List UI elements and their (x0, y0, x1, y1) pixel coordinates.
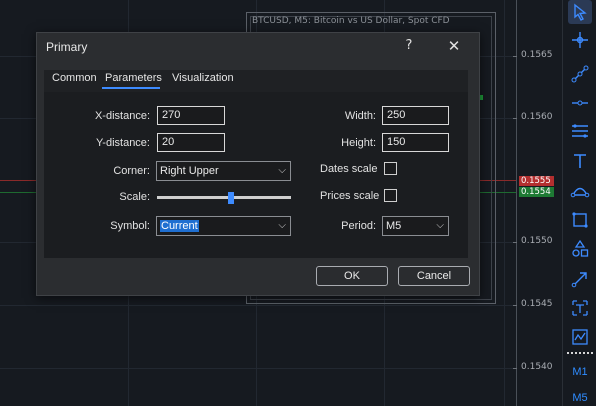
arrow-icon[interactable] (568, 267, 592, 291)
x-distance-label: X-distance: (94, 110, 150, 122)
period-select[interactable]: M5 ⌵ (382, 216, 449, 236)
prices-scale-checkbox[interactable] (384, 189, 397, 202)
tab-common[interactable]: Common (52, 72, 97, 84)
dialog-title: Primary (46, 40, 88, 54)
close-icon[interactable]: ✕ (441, 37, 467, 57)
height-input[interactable]: 150 (382, 133, 449, 152)
price-label: 0.1565 (521, 50, 553, 60)
price-axis[interactable]: 0.1565 0.1560 0.1555 0.1554 0.1550 0.154… (513, 0, 562, 406)
corner-select[interactable]: Right Upper ⌵ (156, 161, 291, 181)
symbol-label: Symbol: (110, 220, 150, 232)
x-distance-input[interactable]: 270 (157, 106, 225, 125)
price-label: 0.1540 (521, 362, 553, 372)
symbol-value[interactable]: Current (160, 220, 199, 232)
ask-price-badge: 0.1555 (519, 176, 554, 186)
price-label: 0.1545 (521, 299, 553, 309)
timeframe-m1[interactable]: M1 (563, 366, 596, 378)
price-label: 0.1550 (521, 236, 553, 246)
tab-parameters[interactable]: Parameters (105, 72, 162, 84)
chevron-down-icon: ⌵ (436, 220, 444, 231)
horizontal-line-icon[interactable] (568, 91, 592, 115)
axis-tick (513, 305, 517, 306)
grid-line (0, 368, 516, 369)
ok-button[interactable]: OK (316, 266, 388, 286)
drawing-toolbar: M1 M5 (562, 0, 596, 406)
active-tab-indicator (102, 87, 160, 89)
text-label-icon[interactable] (568, 296, 592, 320)
period-value: M5 (386, 220, 402, 232)
rectangle-icon[interactable] (568, 208, 592, 232)
scale-slider[interactable] (157, 196, 291, 199)
price-label: 0.1560 (521, 112, 553, 122)
axis-tick (513, 56, 517, 57)
bid-price-badge: 0.1554 (519, 187, 554, 197)
symbol-combobox[interactable]: Current ⌵ (156, 216, 291, 236)
channel-icon[interactable] (568, 119, 592, 143)
axis-tick (513, 242, 517, 243)
grid-line (0, 305, 516, 306)
axis-tick (513, 368, 517, 369)
width-label: Width: (344, 110, 376, 122)
period-label: Period: (341, 220, 376, 232)
prices-scale-label: Prices scale (320, 190, 380, 202)
dates-scale-checkbox[interactable] (384, 162, 397, 175)
scale-slider-thumb[interactable] (227, 192, 234, 204)
axis-tick (513, 118, 517, 119)
width-input[interactable]: 250 (382, 106, 449, 125)
height-label: Height: (341, 137, 376, 149)
help-button[interactable]: ? (399, 38, 419, 56)
parameters-panel: X-distance: 270 Width: 250 Y-distance: 2… (44, 92, 468, 258)
cursor-icon[interactable] (568, 0, 592, 24)
primary-dialog: Primary ? ✕ Common Parameters Visualizat… (36, 32, 480, 296)
cancel-button[interactable]: Cancel (398, 266, 470, 286)
corner-value: Right Upper (160, 165, 219, 177)
trendline-icon[interactable] (568, 62, 592, 86)
tab-visualization[interactable]: Visualization (172, 72, 234, 84)
toolbar-separator (567, 352, 593, 354)
y-distance-input[interactable]: 20 (157, 133, 225, 152)
scale-label: Scale: (119, 191, 150, 203)
subwindow-title: BTCUSD, M5: Bitcoin vs US Dollar, Spot C… (252, 16, 450, 26)
y-distance-label: Y-distance: (95, 137, 150, 149)
fibonacci-icon[interactable] (568, 178, 592, 202)
shapes-icon[interactable] (568, 237, 592, 261)
crosshair-icon[interactable] (568, 28, 592, 52)
chevron-down-icon[interactable]: ⌵ (278, 217, 286, 235)
chevron-down-icon: ⌵ (278, 165, 286, 176)
grid-line (504, 0, 505, 406)
indicator-icon[interactable] (568, 325, 592, 349)
text-icon[interactable] (568, 149, 592, 173)
dates-scale-label: Dates scale (320, 163, 378, 175)
timeframe-m5[interactable]: M5 (563, 392, 596, 404)
corner-label: Corner: (113, 165, 150, 177)
tab-container: Common Parameters Visualization X-distan… (44, 70, 468, 258)
